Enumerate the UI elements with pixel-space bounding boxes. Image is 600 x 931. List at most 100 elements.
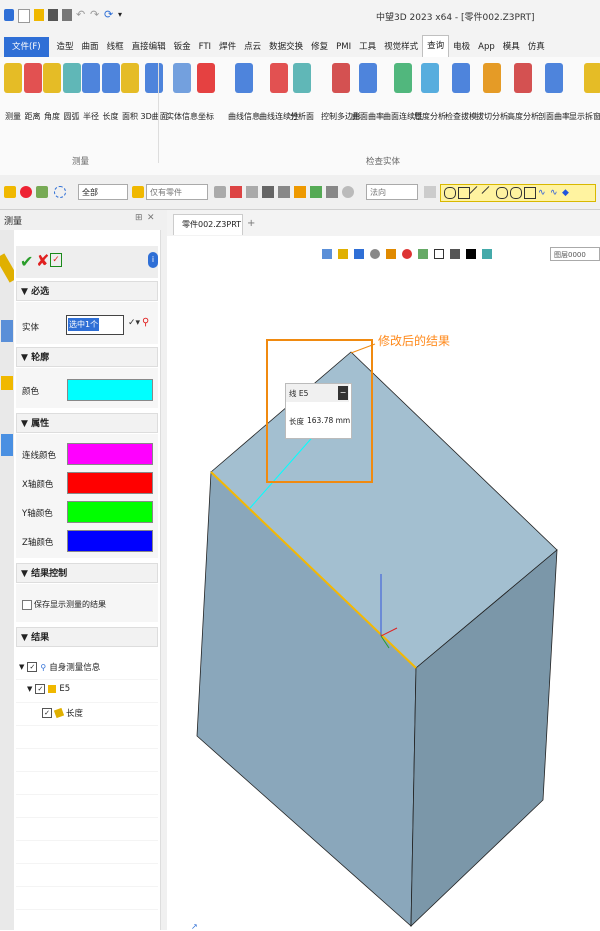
snap-tangent-icon[interactable]	[524, 187, 536, 199]
property-color-swatch[interactable]	[67, 530, 153, 552]
tab-document[interactable]: 零件002.Z3PRT X	[173, 214, 243, 249]
panel-close-icon[interactable]: ✕	[147, 213, 155, 223]
inspect-tools-item-4[interactable]: 分析面	[290, 63, 314, 122]
tree-leaf-checkbox[interactable]: ✓	[42, 708, 52, 718]
snap-curve-icon[interactable]: ∿	[538, 188, 548, 198]
menu-6[interactable]: FTI	[195, 37, 215, 57]
cursor-icon[interactable]	[424, 186, 436, 198]
refresh-icon[interactable]: ⟳	[104, 9, 114, 21]
part-icon[interactable]	[132, 186, 144, 198]
menu-0[interactable]: 文件(F)	[4, 37, 49, 57]
measure-tools-item-4[interactable]: 半径	[82, 63, 100, 122]
print-icon[interactable]	[62, 9, 72, 21]
menu-1[interactable]: 造型	[53, 37, 78, 57]
sketch-icon[interactable]	[326, 186, 338, 198]
history-icon[interactable]	[342, 186, 354, 198]
inspect-tools-item-11[interactable]: 高度分析	[507, 63, 539, 122]
cancel-icon[interactable]: ✘	[36, 251, 49, 270]
3d-viewport[interactable]: 图层0000 修改后的结果 线 E5 − 长度 163.78 mm ↗	[167, 236, 600, 931]
tree-child-item[interactable]: ▼ ✓ E5	[27, 684, 70, 694]
panel-pin-icon[interactable]: ⊞	[135, 213, 143, 223]
new-file-icon[interactable]	[18, 9, 30, 23]
menu-10[interactable]: 修复	[307, 37, 332, 57]
tree-root-checkbox[interactable]: ✓	[27, 662, 38, 672]
menu-3[interactable]: 线框	[103, 37, 128, 57]
section-outline[interactable]: ▼ 轮廓	[16, 347, 158, 367]
face-icon[interactable]	[294, 186, 306, 198]
snap-line2-icon[interactable]	[481, 185, 497, 201]
inspect-tools-item-10[interactable]: 拔切分析	[476, 63, 508, 122]
lock-icon[interactable]	[214, 186, 226, 198]
menu-2[interactable]: 曲面	[78, 37, 103, 57]
tree-root-item[interactable]: ▼ ✓ ⚲ 自身测量信息	[19, 661, 100, 673]
property-color-swatch[interactable]	[67, 501, 153, 523]
measure-tools-item-3[interactable]: 圆弧	[62, 63, 81, 122]
inspect-tools-item-6[interactable]: 曲面曲率	[352, 63, 384, 122]
menu-7[interactable]: 焊件	[215, 37, 240, 57]
property-color-swatch[interactable]	[67, 443, 153, 465]
measure-tools-item-0[interactable]: 测量	[4, 63, 22, 122]
dropdown-icon[interactable]: ▾	[118, 9, 128, 21]
box-select-icon[interactable]	[54, 186, 66, 198]
snap-mid-icon[interactable]	[458, 187, 470, 199]
snap-curve2-icon[interactable]: ∿	[550, 188, 560, 198]
tab-add-icon[interactable]: +	[247, 218, 255, 229]
inspect-tools-item-1[interactable]: 坐标	[197, 63, 215, 122]
direction-select[interactable]: 法向	[366, 184, 418, 200]
entity-dropdown-icon[interactable]: ✓▾	[128, 318, 140, 328]
history-tab-icon[interactable]	[1, 434, 13, 456]
tree-leaf-item[interactable]: ✓ 长度	[42, 707, 83, 719]
section-properties[interactable]: ▼ 属性	[16, 413, 158, 433]
snap-surface-icon[interactable]: ◆	[562, 188, 572, 198]
body-icon[interactable]	[310, 186, 322, 198]
inspect-tools-item-8[interactable]: 厚度分析	[414, 63, 446, 122]
menu-8[interactable]: 点云	[240, 37, 265, 57]
menu-12[interactable]: 工具	[355, 37, 380, 57]
snap-center-icon[interactable]	[496, 187, 508, 199]
pick-icon[interactable]	[4, 186, 16, 198]
menu-18[interactable]: 仿真	[524, 37, 549, 57]
edge-icon[interactable]	[278, 186, 290, 198]
measure-tools-item-5[interactable]: 长度	[101, 63, 120, 122]
menu-9[interactable]: 数据交换	[265, 37, 307, 57]
inspect-tools-item-0[interactable]: 实体信息	[166, 63, 198, 122]
inspect-tools-item-2[interactable]: 曲线信息	[228, 63, 260, 122]
select-mode-icon[interactable]	[36, 186, 48, 198]
menu-5[interactable]: 钣金	[170, 37, 195, 57]
entity-filter-icon[interactable]: ⚲	[142, 317, 149, 328]
snap-icon[interactable]	[230, 186, 242, 198]
part-filter-select[interactable]: 仅有零件	[146, 184, 208, 200]
tree-tab-icon[interactable]	[1, 320, 13, 342]
section-result-control[interactable]: ▼ 结果控制	[16, 563, 158, 583]
info-icon[interactable]: i	[148, 252, 158, 268]
menu-14[interactable]: 查询	[422, 35, 450, 57]
inspect-tools-item-9[interactable]: 检查拔模	[445, 63, 477, 122]
outline-color-swatch[interactable]	[67, 379, 153, 401]
expand-icon[interactable]: ▼	[19, 663, 24, 671]
undo-icon[interactable]: ↶	[76, 9, 86, 21]
keep-checkbox[interactable]	[22, 600, 32, 610]
section-results[interactable]: ▼ 结果	[16, 627, 158, 647]
point-icon[interactable]	[262, 186, 274, 198]
measure-tools-item-6[interactable]: 面积	[121, 63, 139, 122]
menu-13[interactable]: 视觉样式	[380, 37, 422, 57]
entity-field[interactable]: 选中1个	[66, 315, 124, 335]
measure-label[interactable]: 线 E5 − 长度 163.78 mm	[285, 383, 352, 439]
measure-tools-item-2[interactable]: 角度	[43, 63, 61, 122]
ok-icon[interactable]: ✔	[20, 252, 33, 271]
view-tab-icon[interactable]	[1, 376, 13, 390]
apply-icon[interactable]: ✓	[50, 253, 62, 267]
snap-quad-icon[interactable]	[510, 187, 522, 199]
expand-icon[interactable]: ▼	[27, 685, 32, 693]
snap-end-icon[interactable]	[444, 187, 456, 199]
filter-icon[interactable]	[20, 186, 32, 198]
measure-tools-item-7[interactable]: 3D曲面	[141, 63, 168, 122]
save-icon[interactable]	[48, 9, 58, 21]
redo-icon[interactable]: ↷	[90, 9, 100, 21]
filter-select[interactable]: 全部	[78, 184, 128, 200]
menu-11[interactable]: PMI	[332, 37, 355, 57]
menu-4[interactable]: 直接编辑	[128, 37, 170, 57]
grid-icon[interactable]	[246, 186, 258, 198]
menu-17[interactable]: 模具	[499, 37, 524, 57]
inspect-tools-item-13[interactable]: 显示拆窗信息	[569, 63, 600, 122]
